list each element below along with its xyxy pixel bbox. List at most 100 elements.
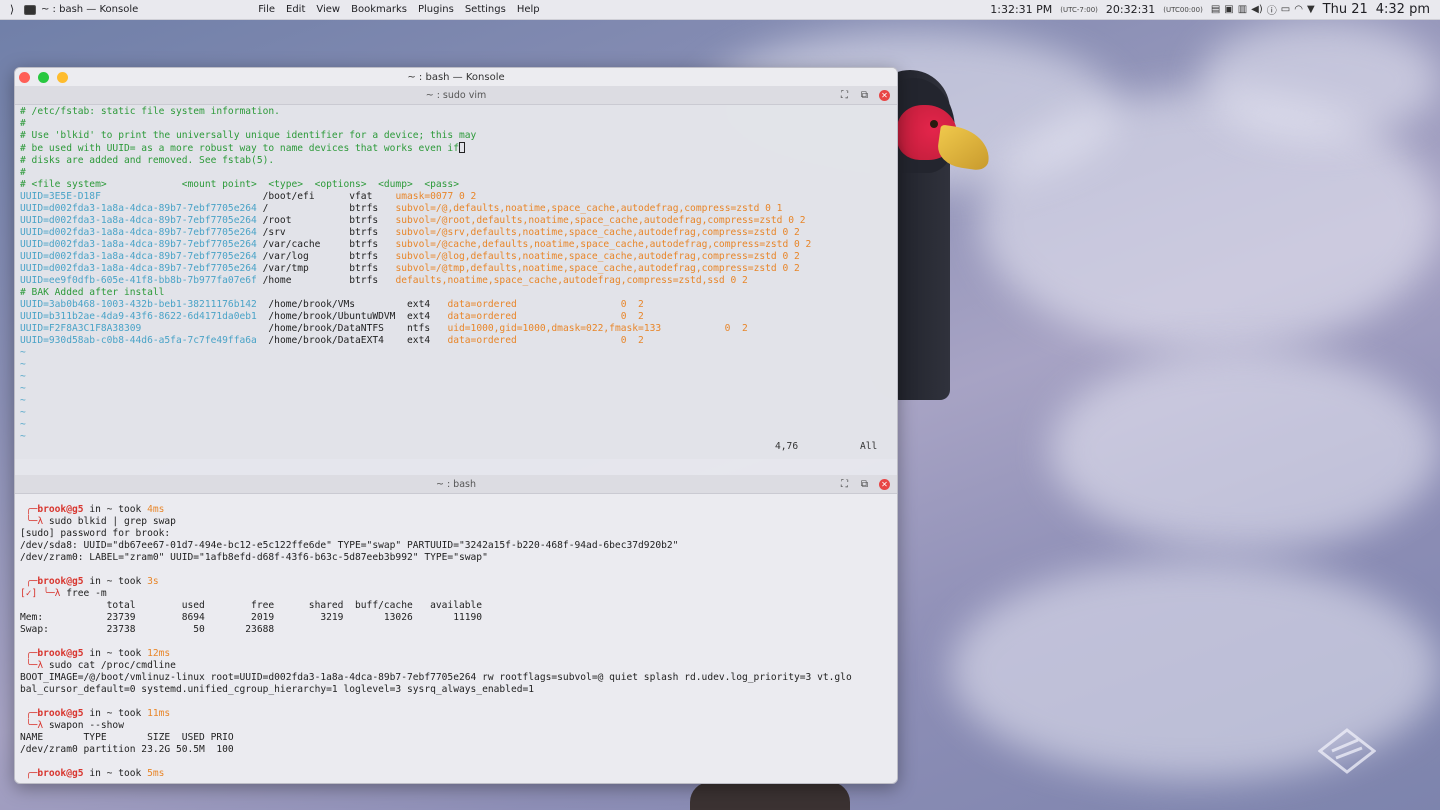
fstab-mount-point: /home/brook/UbuntuWDVM	[268, 311, 408, 322]
fstab-uuid: UUID=F2F8A3C1F8A38309	[20, 323, 142, 334]
prompt-took: 5ms	[147, 768, 165, 779]
clock-utc[interactable]: 20:32:31	[1106, 3, 1155, 16]
command-text: sudo cat /proc/cmdline	[48, 660, 176, 671]
fstab-type: btrfs	[349, 215, 396, 226]
clock-local[interactable]: 1:32:31 PM	[990, 3, 1052, 16]
fstab-pad	[257, 335, 269, 346]
menu-edit[interactable]: Edit	[286, 4, 305, 15]
fstab-uuid: UUID=d002fda3-1a8a-4dca-89b7-7ebf7705e26…	[20, 203, 257, 214]
fstab-uuid: UUID=d002fda3-1a8a-4dca-89b7-7ebf7705e26…	[20, 251, 257, 262]
fstab-line: UUID=ee9f0dfb-605e-41f8-bb8b-7b977fa07e6…	[20, 275, 892, 287]
fstab-options: subvol=/@root,defaults,noatime,space_cac…	[395, 215, 806, 226]
prompt-user: brook@g5	[37, 504, 84, 515]
prompt-took: 3s	[147, 576, 159, 587]
prompt-line: ╭─brook@g5 in ~ took 12ms	[20, 648, 892, 660]
fstab-mount-point: /boot/efi	[262, 191, 350, 202]
vim-buffer[interactable]: # /etc/fstab: static file system informa…	[15, 105, 897, 459]
active-app[interactable]: ~ : bash — Konsole	[24, 4, 138, 15]
bash-pane-title: ~ : bash	[435, 478, 477, 490]
maximize-pane-icon[interactable]: ⛶	[839, 479, 850, 490]
fstab-mount-point: /var/tmp	[262, 263, 350, 274]
bash-terminal[interactable]: ╭─brook@g5 in ~ took 4ms ╰─λ sudo blkid …	[15, 494, 897, 783]
fstab-type: vfat	[349, 191, 396, 202]
fstab-options: subvol=/@srv,defaults,noatime,space_cach…	[395, 227, 800, 238]
bak-entries: UUID=3ab0b468-1003-432b-beb1-38211176b14…	[20, 299, 892, 347]
fstab-entries: UUID=3E5E-D18F /boot/efi vfat umask=0077…	[20, 191, 892, 287]
wifi-icon[interactable]: ◠	[1294, 4, 1303, 15]
calendar-icon[interactable]: ▤	[1211, 4, 1220, 15]
prompt-took: 4ms	[147, 504, 165, 515]
prompt-user: brook@g5	[37, 648, 84, 659]
empty-lines: ~ ~ ~ ~ ~ ~ ~ ~	[20, 347, 892, 443]
fstab-uuid: UUID=d002fda3-1a8a-4dca-89b7-7ebf7705e26…	[20, 227, 257, 238]
fstab-type: btrfs	[349, 203, 396, 214]
volume-icon[interactable]: ◀)	[1251, 4, 1263, 15]
fstab-pad	[101, 191, 263, 202]
eagle-eye	[930, 120, 938, 128]
close-pane-icon[interactable]: ✕	[879, 478, 890, 490]
command-line: ╰─λ sudo cat /proc/cmdline	[20, 660, 892, 672]
info-icon[interactable]: ⓘ	[1267, 2, 1277, 17]
launcher-icon[interactable]: ⟩	[0, 3, 24, 16]
fstab-pad	[257, 299, 269, 310]
vim-pane[interactable]: ~ : sudo vim ⛶ ⧉ ✕ # /etc/fstab: static …	[15, 86, 897, 459]
detach-pane-icon[interactable]: ⧉	[859, 90, 870, 101]
time-display[interactable]: 4:32 pm	[1376, 2, 1430, 17]
vim-pane-title: ~ : sudo vim	[425, 89, 487, 101]
notes-icon[interactable]: ▣	[1224, 4, 1233, 15]
fstab-uuid: UUID=3E5E-D18F	[20, 191, 101, 202]
menu-bookmarks[interactable]: Bookmarks	[351, 4, 407, 15]
menu-plugins[interactable]: Plugins	[418, 4, 454, 15]
comment-line: #	[20, 118, 26, 129]
fstab-mount-point: /home/brook/DataEXT4	[268, 335, 408, 346]
prompt-mid: in ~ took	[83, 708, 148, 719]
global-menu: File Edit View Bookmarks Plugins Setting…	[258, 4, 539, 15]
date-display[interactable]: Thu 21	[1323, 2, 1368, 17]
fstab-type: btrfs	[349, 263, 396, 274]
prompt-line: ╭─brook@g5 in ~ took 4ms	[20, 504, 892, 516]
prompt-mid: in ~ took	[83, 576, 148, 587]
comment-line: # /etc/fstab: static file system informa…	[20, 106, 280, 117]
window-titlebar[interactable]: ~ : bash — Konsole	[15, 68, 897, 86]
clock-local-tz: (UTC-7:00)	[1060, 5, 1098, 14]
menu-file[interactable]: File	[258, 4, 275, 15]
prompt-took: 11ms	[147, 708, 171, 719]
fstab-mount-point: /home	[262, 275, 350, 286]
fstab-line: UUID=3ab0b468-1003-432b-beb1-38211176b14…	[20, 299, 892, 311]
fstab-type: ext4	[407, 335, 448, 346]
fstab-options: umask=0077 0 2	[395, 191, 477, 202]
menu-view[interactable]: View	[316, 4, 340, 15]
vim-pane-header: ~ : sudo vim ⛶ ⧉ ✕	[15, 86, 897, 105]
cursor-position: 4,76	[775, 441, 799, 452]
comment-line-cursor: # be used with UUID= as a more robust wa…	[20, 142, 892, 155]
tilde-line: ~	[20, 371, 26, 382]
window-title: ~ : bash — Konsole	[407, 71, 505, 83]
output-line: total used free shared buff/cache availa…	[20, 600, 483, 611]
tray-expand-icon[interactable]: ▼	[1307, 4, 1315, 15]
fstab-line: UUID=d002fda3-1a8a-4dca-89b7-7ebf7705e26…	[20, 227, 892, 239]
output-line: bal_cursor_default=0 systemd.unified_cgr…	[20, 684, 535, 695]
command-text: free -m	[66, 588, 107, 599]
menu-help[interactable]: Help	[517, 4, 540, 15]
prompt-mid: in ~ took	[83, 648, 148, 659]
fstab-mount-point: /root	[262, 215, 350, 226]
battery-icon[interactable]: ▭	[1281, 4, 1290, 15]
close-pane-icon[interactable]: ✕	[879, 89, 890, 101]
menu-settings[interactable]: Settings	[465, 4, 506, 15]
fstab-pad	[141, 323, 268, 334]
command-line: [✓] ╰─λ free -m	[20, 588, 892, 600]
tilde-line: ~	[20, 395, 26, 406]
fstab-mount-point: /	[262, 203, 350, 214]
comment-line: # <file system> <mount point> <type> <op…	[20, 179, 459, 190]
fstab-options: subvol=/@log,defaults,noatime,space_cach…	[395, 251, 800, 262]
detach-pane-icon[interactable]: ⧉	[859, 479, 870, 490]
status-check: [✓]	[20, 588, 38, 599]
output-line: /dev/zram0 partition 23.2G 50.5M 100	[20, 744, 234, 755]
prompt-line: ╭─brook@g5 in ~ took 3s	[20, 576, 892, 588]
clipboard-icon[interactable]: ▥	[1238, 4, 1247, 15]
fstab-mount-point: /home/brook/VMs	[268, 299, 408, 310]
bash-pane[interactable]: ~ : bash ⛶ ⧉ ✕ ╭─brook@g5 in ~ took 4ms …	[15, 475, 897, 783]
maximize-pane-icon[interactable]: ⛶	[839, 90, 850, 101]
